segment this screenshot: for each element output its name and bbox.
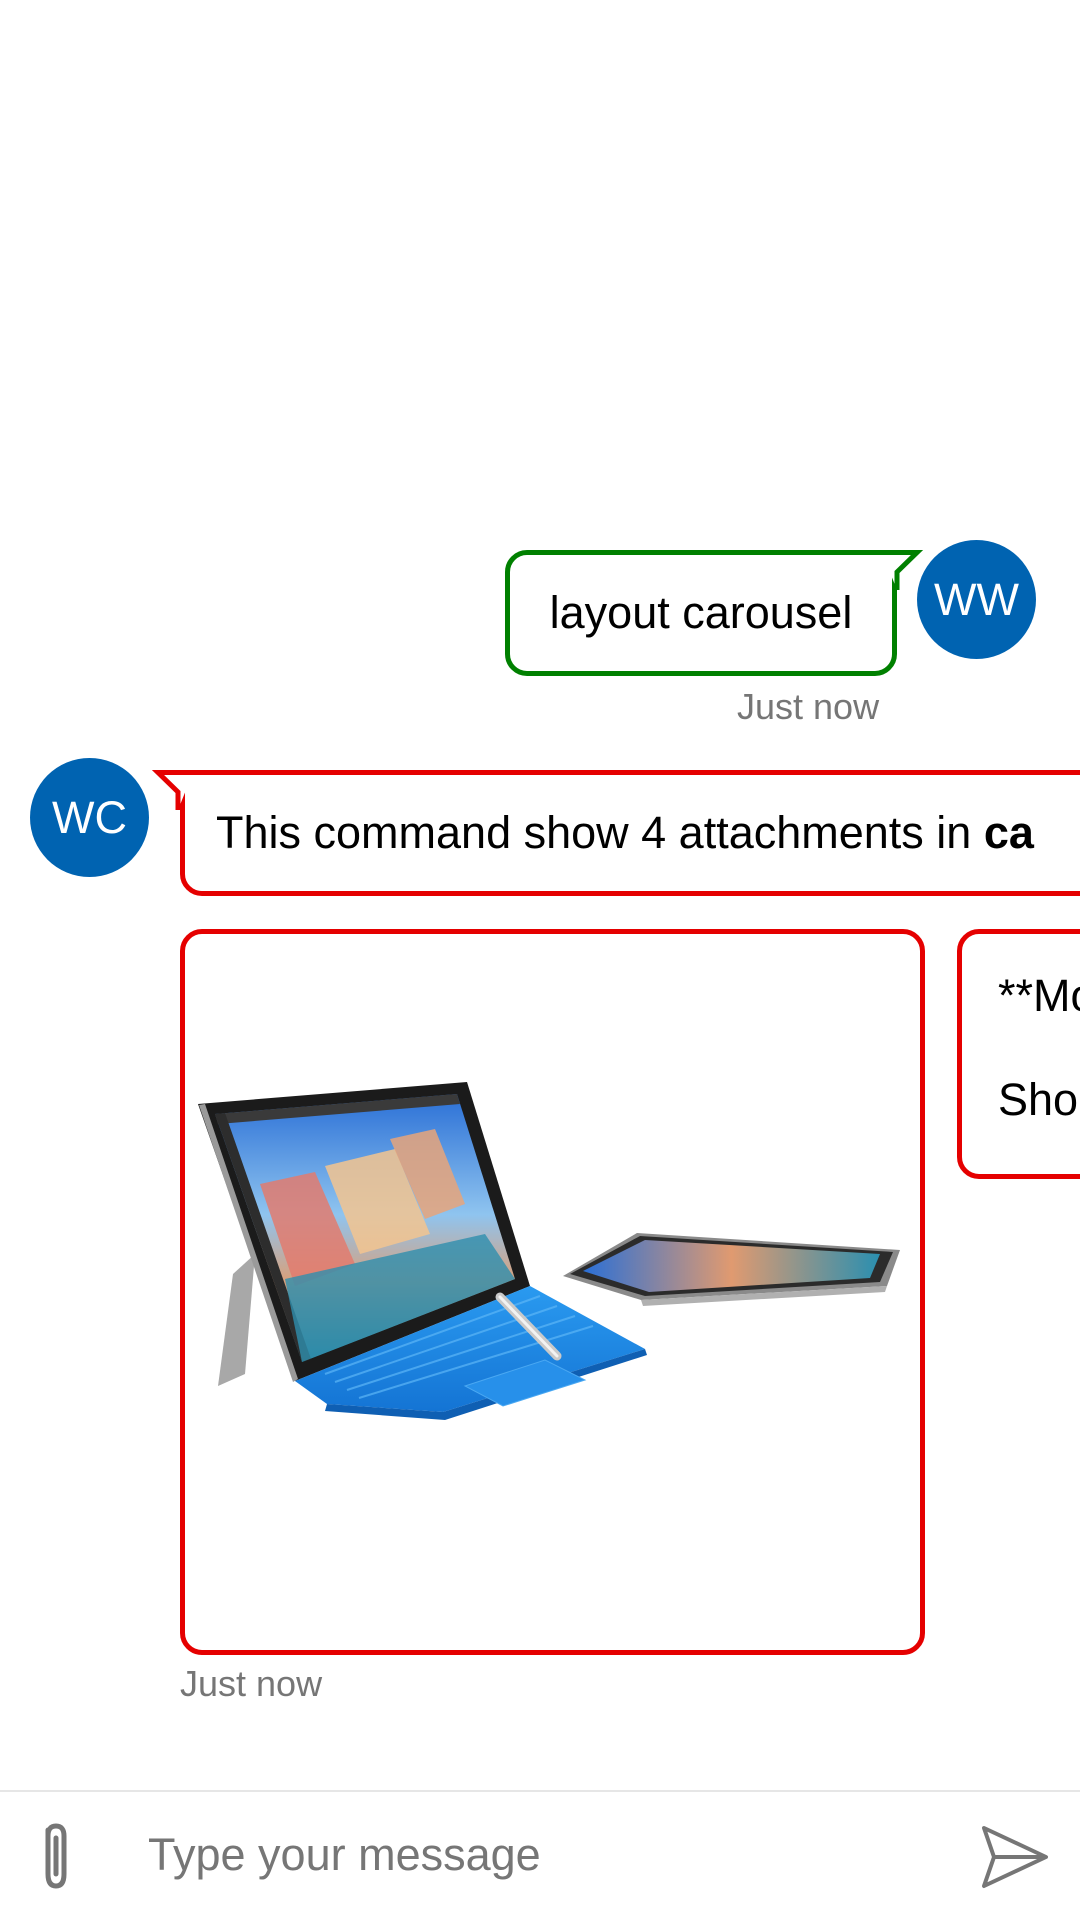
bot-message-bubble: This command show 4 attachments in ca (180, 770, 1080, 896)
transcript: layout carousel WW Just now WC This comm… (0, 0, 1080, 1790)
message-input[interactable] (148, 1812, 948, 1898)
send-box (0, 1790, 1080, 1920)
bot-avatar: WC (30, 758, 149, 877)
bot-message-text-prefix: This command show 4 attachments in (216, 807, 984, 858)
send-icon[interactable] (980, 1824, 1050, 1890)
markdown-card-line-2: Sho (998, 1074, 1079, 1125)
user-bubble-tail (882, 550, 924, 590)
bot-message-timestamp[interactable]: Just now (180, 1663, 322, 1705)
user-avatar: WW (917, 540, 1036, 659)
user-message-timestamp[interactable]: Just now (737, 686, 879, 728)
bot-message-text: This command show 4 attachments in ca (216, 807, 1034, 859)
paperclip-icon[interactable] (30, 1822, 90, 1892)
bot-bubble-tail (151, 770, 193, 810)
user-avatar-initials: WW (934, 573, 1019, 625)
surface-pro-4-tablet-image (198, 1082, 900, 1420)
markdown-card-line-1: **Mo (998, 970, 1080, 1021)
user-message-text: layout carousel (549, 587, 853, 638)
user-message-bubble: layout carousel (505, 550, 897, 676)
bot-avatar-initials: WC (52, 791, 127, 843)
bot-message-text-bold: ca (983, 807, 1034, 858)
carousel-image-card[interactable] (180, 929, 925, 1655)
carousel-markdown-card[interactable]: **Mo Sho (957, 929, 1080, 1179)
